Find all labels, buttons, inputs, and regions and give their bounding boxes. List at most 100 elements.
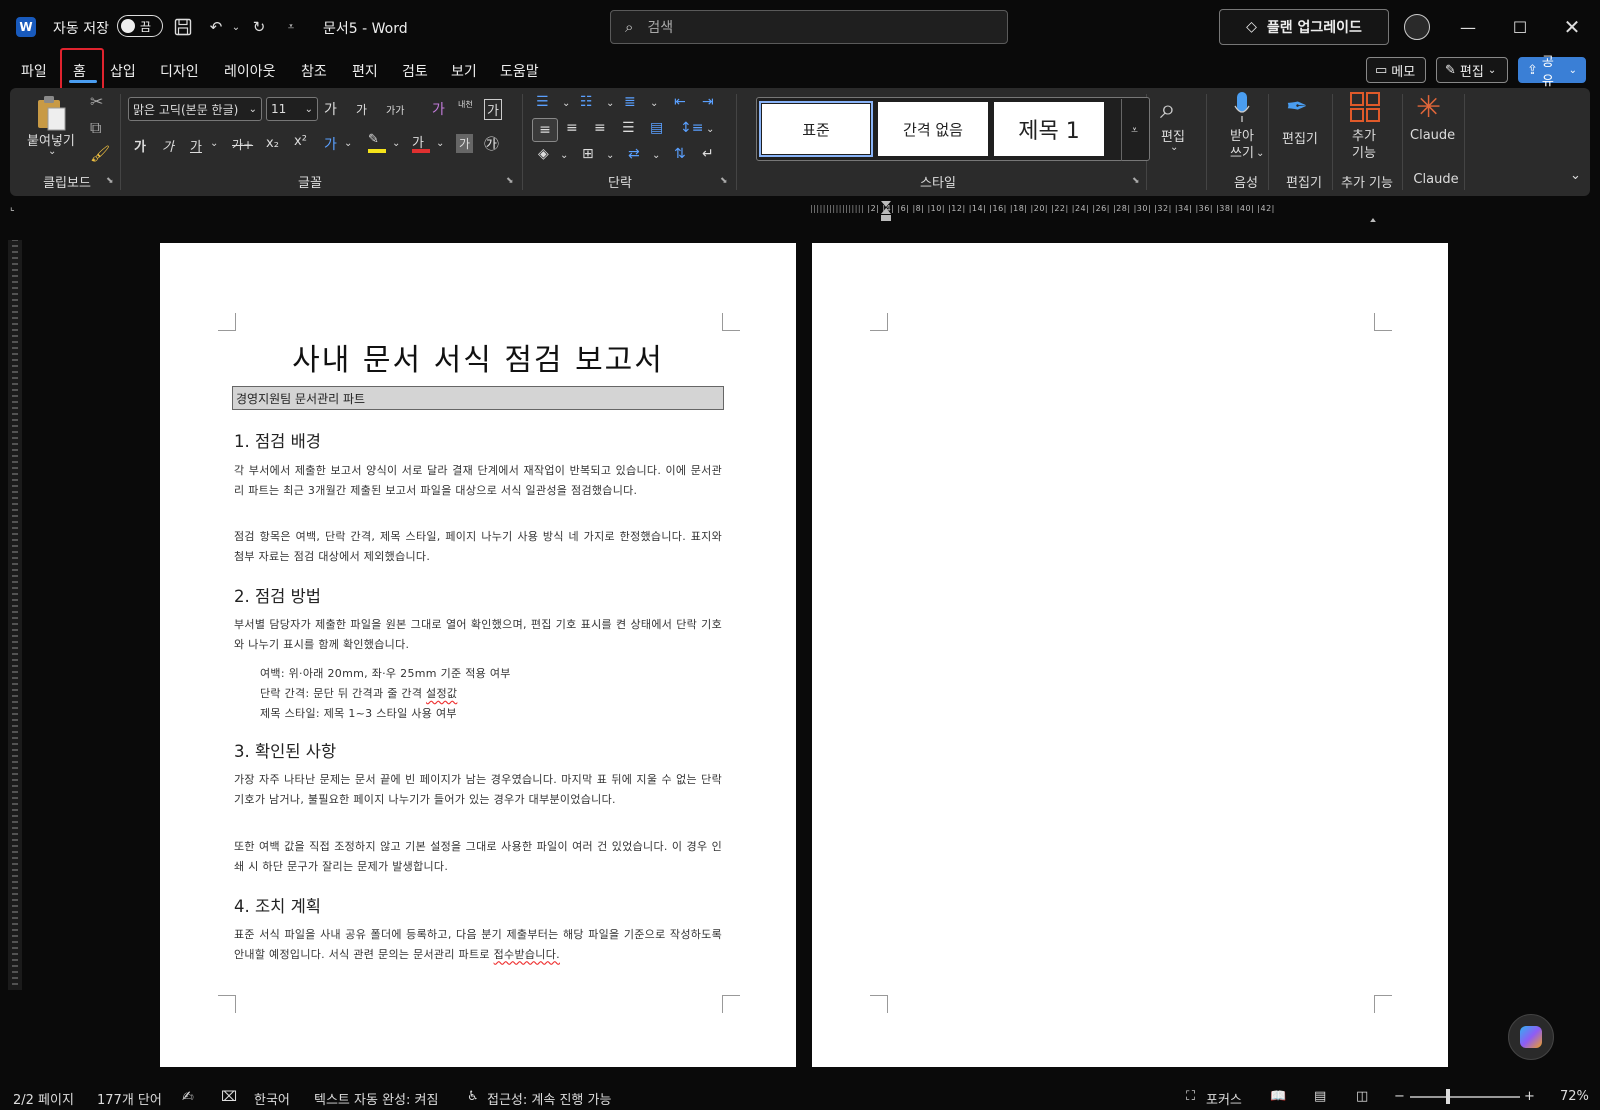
list-item[interactable]: 여백: 위·아래 20mm, 좌·우 25mm 기준 적용 여부: [260, 665, 511, 681]
borders-icon[interactable]: ⊞: [582, 146, 594, 162]
maximize-icon[interactable]: ☐: [1506, 14, 1534, 40]
paragraph[interactable]: 부서별 담당자가 제출한 파일을 원본 그대로 열어 확인했으며, 편집 기호 …: [234, 615, 722, 654]
change-case-icon[interactable]: 가가: [386, 102, 404, 117]
dictate-label[interactable]: 받아 쓰기: [1230, 128, 1254, 162]
decrease-indent-icon[interactable]: ⇤: [674, 94, 686, 110]
close-icon[interactable]: ✕: [1558, 14, 1586, 40]
editor-pen-icon[interactable]: ✒: [1286, 92, 1308, 122]
copilot-button[interactable]: [1508, 1014, 1554, 1060]
proofing-icon[interactable]: ✍: [182, 1089, 194, 1105]
save-icon[interactable]: [172, 16, 194, 38]
accessibility-status[interactable]: 접근성: 계속 진행 가능: [487, 1089, 611, 1108]
paragraph[interactable]: 표준 서식 파일을 사내 공유 폴더에 등록하고, 다음 분기 제출부터는 해당…: [234, 925, 722, 964]
text-effect-icon[interactable]: 가: [324, 134, 337, 154]
claude-logo-icon[interactable]: ✳: [1416, 90, 1441, 125]
zoom-level[interactable]: 72%: [1560, 1089, 1589, 1104]
style-normal[interactable]: 표준: [759, 101, 873, 157]
web-layout-icon[interactable]: ◫: [1356, 1089, 1368, 1104]
share-button[interactable]: ⇪ 공유 ⌄: [1518, 55, 1586, 89]
numbering-icon[interactable]: ☷: [580, 94, 593, 110]
chevron-down-icon[interactable]: ⌄: [1256, 148, 1264, 159]
account-avatar[interactable]: [1404, 14, 1430, 40]
print-layout-icon[interactable]: ▤: [1314, 1089, 1326, 1104]
spelling-squiggle[interactable]: 설정값: [426, 687, 457, 700]
minimize-icon[interactable]: —: [1454, 14, 1482, 40]
focus-mode[interactable]: 포커스: [1206, 1089, 1242, 1108]
page-2[interactable]: [812, 243, 1448, 1067]
right-indent-marker-icon[interactable]: [1368, 210, 1378, 225]
distributed-icon[interactable]: ▤: [650, 120, 663, 136]
tab-selector-icon[interactable]: ⌞: [10, 202, 15, 213]
font-color-icon[interactable]: 가: [412, 132, 430, 153]
paragraph[interactable]: 점검 항목은 여백, 단락 간격, 제목 스타일, 페이지 나누기 사용 방식 …: [234, 527, 722, 566]
claude-label[interactable]: Claude: [1410, 128, 1455, 143]
style-no-spacing[interactable]: 간격 없음: [878, 102, 988, 156]
zoom-slider-thumb[interactable]: [1446, 1089, 1450, 1104]
addins-grid-icon[interactable]: [1350, 92, 1380, 122]
font-name-combo[interactable]: 맑은 고딕(본문 한글) ⌄: [128, 97, 262, 121]
chevron-down-icon[interactable]: ⌄: [560, 150, 568, 161]
spelling-squiggle[interactable]: 접수받습니다.: [494, 948, 560, 961]
tab-design[interactable]: 디자인: [160, 61, 199, 81]
find-icon[interactable]: ⌕: [1160, 92, 1176, 126]
chevron-down-icon[interactable]: ⌄: [1170, 142, 1178, 153]
editor-label[interactable]: 편집기: [1282, 128, 1318, 147]
paragraph-launcher-icon[interactable]: ⬊: [720, 176, 728, 186]
language-status[interactable]: 한국어: [254, 1089, 290, 1108]
multilevel-list-icon[interactable]: ≣: [624, 94, 636, 110]
font-size-combo[interactable]: 11 ⌄: [266, 97, 318, 121]
section-heading[interactable]: 2. 점검 방법: [234, 583, 321, 607]
show-marks-icon[interactable]: ↵: [702, 146, 714, 162]
search-box[interactable]: ⌕ 검색: [610, 10, 1008, 44]
clipboard-paste-icon[interactable]: [34, 94, 68, 132]
chevron-down-icon[interactable]: ⌄: [210, 138, 218, 149]
tab-mailings[interactable]: 편지: [352, 61, 378, 81]
align-center-icon[interactable]: ≡: [566, 120, 578, 136]
horizontal-ruler[interactable]: ||||||||||||||||| |2| |4| |6| |8| |10| |…: [810, 204, 1450, 218]
format-painter-icon[interactable]: 🖌: [90, 144, 110, 163]
paste-dropdown-icon[interactable]: ⌄: [48, 146, 56, 157]
list-item[interactable]: 제목 스타일: 제목 1~3 스타일 사용 여부: [260, 705, 457, 721]
tab-review[interactable]: 검토: [402, 61, 428, 81]
subscript-icon[interactable]: x₂: [266, 136, 279, 151]
italic-icon[interactable]: 가: [162, 136, 174, 155]
paragraph[interactable]: 또한 여백 값을 직접 조정하지 않고 기본 설정을 그대로 사용한 파일이 여…: [234, 837, 722, 876]
char-shading-icon[interactable]: 가: [456, 134, 474, 153]
customize-toolbar-icon[interactable]: ⩡: [280, 16, 302, 38]
zoom-in-button[interactable]: +: [1524, 1089, 1535, 1104]
section-heading[interactable]: 4. 조치 계획: [234, 893, 321, 917]
justify-icon[interactable]: ☰: [622, 120, 635, 136]
tab-insert[interactable]: 삽입: [110, 61, 136, 81]
line-spacing-icon[interactable]: ↕≡: [680, 120, 703, 136]
asian-layout-icon[interactable]: ⇄: [628, 146, 640, 162]
align-right-icon[interactable]: ≡: [594, 120, 606, 136]
strikethrough-icon[interactable]: 가+: [232, 136, 253, 153]
underline-icon[interactable]: 가: [190, 136, 202, 155]
chevron-down-icon[interactable]: ⌄: [652, 150, 660, 161]
page-count[interactable]: 2/2 페이지: [13, 1089, 74, 1108]
editing-mode-button[interactable]: ✎ 편집 ⌄: [1436, 57, 1508, 83]
section-heading[interactable]: 1. 점검 배경: [234, 428, 321, 452]
align-left-icon[interactable]: ≡: [532, 118, 558, 142]
read-mode-icon[interactable]: 📖: [1270, 1089, 1286, 1104]
chevron-down-icon[interactable]: ⌄: [562, 98, 570, 109]
bullets-icon[interactable]: ☰: [536, 94, 549, 110]
style-heading-1[interactable]: 제목 1: [994, 102, 1104, 156]
enclose-char-icon[interactable]: ㉮: [484, 133, 499, 154]
microphone-icon[interactable]: [1234, 90, 1250, 124]
tab-file[interactable]: 파일: [21, 61, 47, 81]
word-count[interactable]: 177개 단어: [97, 1089, 162, 1108]
tab-help[interactable]: 도움말: [500, 61, 539, 81]
tab-layout[interactable]: 레이아웃: [224, 61, 276, 81]
chevron-down-icon[interactable]: ⌄: [606, 98, 614, 109]
copy-icon[interactable]: ⧉: [90, 118, 101, 138]
upgrade-plan-button[interactable]: ◇ 플랜 업그레이드: [1219, 9, 1389, 45]
document-title-heading[interactable]: 사내 문서 서식 점검 보고서: [232, 335, 724, 379]
bold-icon[interactable]: 가: [134, 136, 146, 155]
chevron-down-icon[interactable]: ⌄: [344, 138, 352, 149]
styles-more-icon[interactable]: ⩡: [1121, 99, 1147, 161]
addins-label[interactable]: 추가 기능: [1352, 128, 1376, 162]
chevron-down-icon[interactable]: ⌄: [436, 138, 444, 149]
memo-button[interactable]: ▭ 메모: [1366, 57, 1426, 83]
paragraph-shading-icon[interactable]: ◈: [538, 146, 549, 162]
